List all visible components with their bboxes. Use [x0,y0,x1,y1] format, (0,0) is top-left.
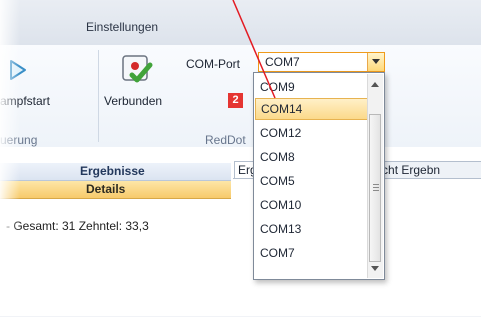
grip-line [373,190,379,191]
combo-dropdown-button[interactable] [367,53,384,71]
group-label-reddot: RedDot [205,133,246,147]
connected-button[interactable]: Verbunden [104,94,162,108]
dropdown-option[interactable]: COM7 [255,242,368,264]
dropdown-option[interactable]: COM10 [255,194,368,216]
dropdown-scrollbar[interactable] [367,74,383,278]
com-port-value: COM7 [265,55,300,69]
tab-einstellungen[interactable]: Einstellungen [86,20,158,34]
scroll-up-icon[interactable] [371,82,379,87]
grip-line [373,187,379,188]
dropdown-option[interactable]: COM12 [255,122,368,144]
dropdown-option[interactable]: COM13 [255,218,368,240]
com-port-label: COM-Port [186,57,240,71]
grip-line [373,184,379,185]
scroll-down-icon[interactable] [371,266,379,271]
com-port-select[interactable]: COM7 [258,52,385,72]
connected-icon[interactable] [122,55,154,87]
group-separator [98,50,99,142]
edge-fade [0,0,20,316]
dropdown-option[interactable]: COM8 [255,146,368,168]
results-header-label: Ergebnisse [80,164,145,178]
chevron-down-icon [372,59,380,64]
scrollbar-thumb[interactable] [369,114,381,262]
dropdown-option[interactable]: COM9 [255,76,368,98]
dropdown-option-selected[interactable]: COM14 [255,98,368,120]
results-header[interactable]: Ergebnisse [0,163,231,181]
ribbon-tab-strip: Einstellungen [0,0,481,46]
com-port-dropdown[interactable]: COM9 COM14 COM12 COM8 COM5 COM10 COM13 C… [253,72,385,280]
step-badge: 2 [228,93,243,108]
score-summary: - Gesamt: 31 Zehntel: 33,3 [6,219,149,233]
details-row[interactable]: Details [0,181,231,199]
details-label: Details [86,182,126,196]
dropdown-option[interactable]: COM5 [255,170,368,192]
